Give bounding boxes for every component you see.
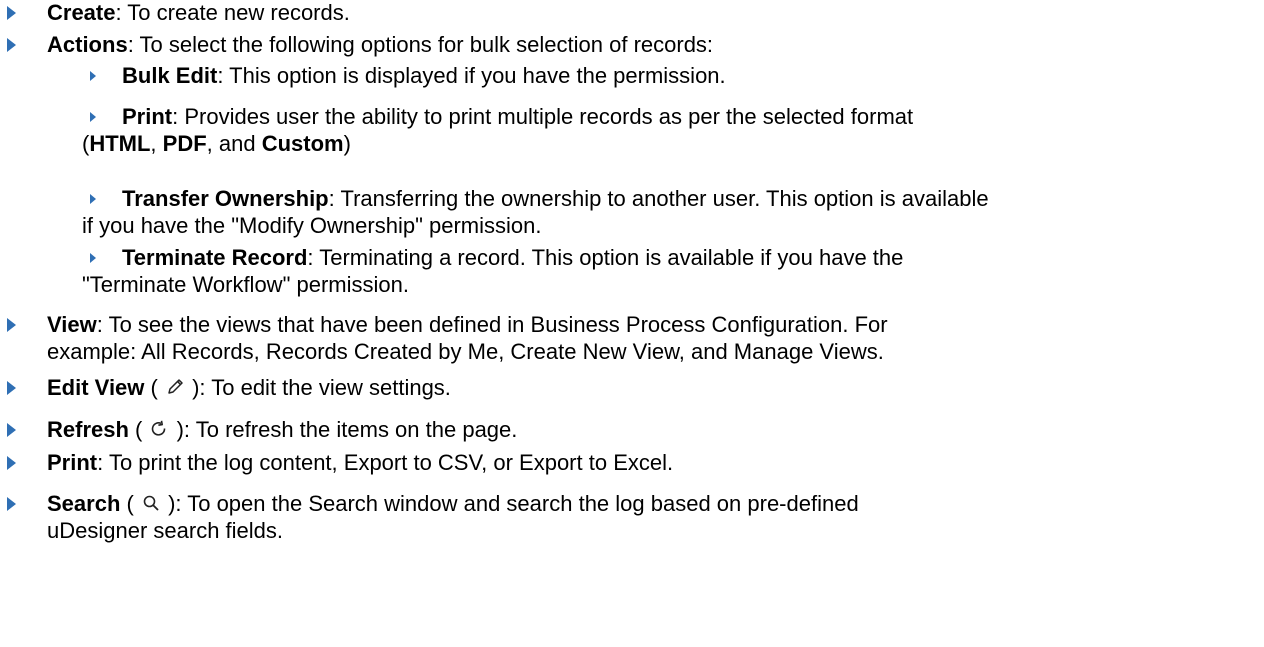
desc-search-line2: uDesigner search fields. — [47, 518, 284, 543]
desc-view: : To see the views that have been define… — [96, 312, 888, 337]
desc-terminate-record: : Terminating a record. This option is a… — [307, 245, 904, 270]
term-refresh: Refresh — [47, 417, 129, 442]
term-view: View — [47, 312, 97, 337]
search-icon — [140, 492, 162, 514]
bullet-arrow-icon — [7, 38, 16, 52]
term-print: Print — [47, 450, 98, 475]
bullet-arrow-icon — [7, 497, 16, 511]
bullet-arrow-icon — [7, 456, 16, 470]
format-pdf: PDF — [162, 131, 207, 156]
sub-bullet-arrow-icon — [90, 194, 96, 204]
term-edit-view: Edit View — [47, 375, 145, 400]
desc-print-sub: : Provides user the ability to print mul… — [172, 104, 914, 129]
term-actions: Actions — [47, 32, 128, 57]
sub-bullet-arrow-icon — [90, 253, 96, 263]
refresh-icon — [148, 418, 170, 440]
bullet-arrow-icon — [7, 6, 16, 20]
term-terminate-record: Terminate Record — [122, 245, 308, 270]
term-search: Search — [47, 491, 121, 516]
desc-transfer-ownership: : Transferring the ownership to another … — [328, 186, 989, 211]
bullet-arrow-icon — [7, 318, 16, 332]
desc-print: : To print the log content, Export to CS… — [97, 450, 674, 475]
format-custom: Custom — [261, 131, 344, 156]
bullet-arrow-icon — [7, 423, 16, 437]
desc-actions: : To select the following options for bu… — [127, 32, 714, 57]
pencil-icon — [164, 376, 186, 398]
desc-create: : To create new records. — [115, 0, 350, 25]
bullet-arrow-icon — [7, 381, 16, 395]
term-bulk-edit: Bulk Edit — [122, 63, 218, 88]
term-print-sub: Print — [122, 104, 173, 129]
term-transfer-ownership: Transfer Ownership — [122, 186, 329, 211]
desc-view-line2: example: All Records, Records Created by… — [47, 339, 884, 364]
desc-bulk-edit: : This option is displayed if you have t… — [217, 63, 726, 88]
format-html: HTML — [89, 131, 151, 156]
term-create: Create — [47, 0, 116, 25]
desc-terminate-record-line2: "Terminate Workflow" permission. — [82, 272, 409, 297]
sub-bullet-arrow-icon — [90, 71, 96, 81]
sub-bullet-arrow-icon — [90, 112, 96, 122]
desc-transfer-ownership-line2: if you have the "Modify Ownership" permi… — [82, 213, 542, 238]
